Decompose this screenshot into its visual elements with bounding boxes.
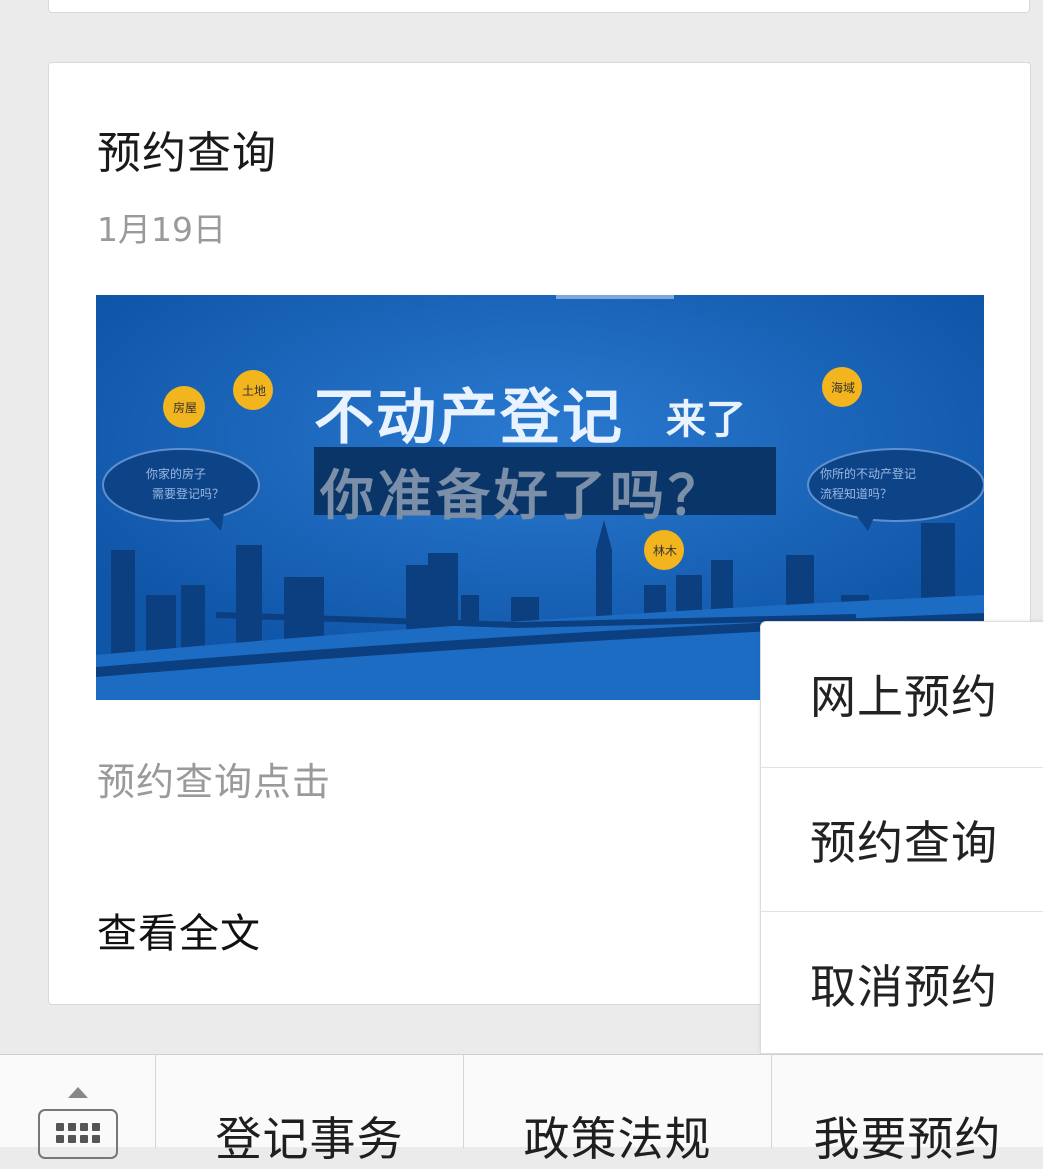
cover-headline-line1: 不动产登记 xyxy=(314,383,624,453)
keyboard-toggle-button[interactable] xyxy=(0,1055,155,1159)
cover-headline-line1-small: 来了 xyxy=(666,397,746,443)
previous-article-card[interactable] xyxy=(48,0,1030,13)
article-title: 预约查询 xyxy=(97,128,277,179)
menu-button-policies[interactable]: 政策法规 xyxy=(464,1055,771,1166)
cover-bubble-right-line2: 流程知道吗？ xyxy=(820,487,893,501)
submenu-item-cancel-booking[interactable]: 取消预约 xyxy=(761,911,1043,1056)
article-date: 1月19日 xyxy=(97,210,226,249)
cover-bubble-right-line1: 你所的不动产登记 xyxy=(820,467,917,481)
menu-button-label: 政策法规 xyxy=(523,1112,712,1166)
menu-button-label: 登记事务 xyxy=(215,1112,404,1166)
cover-tag-sea: 海域 xyxy=(831,381,856,395)
submenu-item-label: 取消预约 xyxy=(810,960,998,1014)
menu-button-registration-affairs[interactable]: 登记事务 xyxy=(156,1055,463,1166)
submenu-item-online-booking[interactable]: 网上预约 xyxy=(761,622,1043,766)
read-full-article-link[interactable]: 查看全文 xyxy=(97,901,261,959)
submenu-item-label: 网上预约 xyxy=(810,670,998,724)
submenu-item-booking-query[interactable]: 预约查询 xyxy=(761,767,1043,912)
cover-headline-line2: 你准备好了吗？ xyxy=(320,464,726,527)
arrow-up-icon xyxy=(68,1087,88,1098)
cover-tag-house: 房屋 xyxy=(173,401,198,415)
menu-button-label: 我要预约 xyxy=(813,1112,1002,1166)
keyboard-icon xyxy=(38,1109,118,1159)
cover-tag-forest: 林木 xyxy=(653,544,678,558)
article-summary: 预约查询点击 xyxy=(97,760,332,804)
cover-bubble-left-line2: 需要登记吗？ xyxy=(152,487,225,501)
cover-tag-land: 土地 xyxy=(242,384,267,398)
submenu-item-label: 预约查询 xyxy=(810,816,998,870)
bottom-menu-bar: 登记事务 政策法规 我要预约 xyxy=(0,1054,1043,1166)
menu-button-booking[interactable]: 我要预约 xyxy=(772,1055,1043,1166)
submenu-popup: 网上预约 预约查询 取消预约 xyxy=(760,621,1043,1054)
cover-bubble-left-line1: 你家的房子 xyxy=(146,467,207,481)
